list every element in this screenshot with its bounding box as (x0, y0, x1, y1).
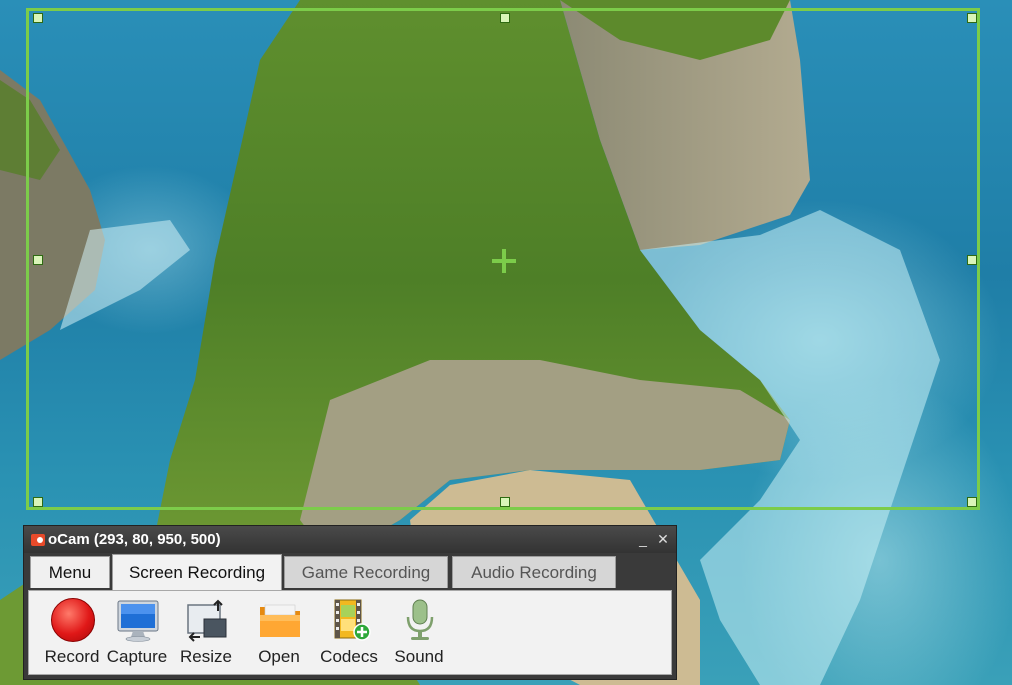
ocam-app-icon (31, 534, 45, 546)
toolbar-panel: Record Capture Resize Open Codecs Sound (28, 590, 672, 675)
open-button[interactable]: Open (244, 591, 314, 675)
minimize-button[interactable]: _ (634, 530, 652, 548)
sound-label: Sound (394, 647, 444, 666)
ocam-window: oCam (293, 80, 950, 500) _ ✕ Menu Screen… (23, 525, 677, 680)
resize-label: Resize (180, 647, 232, 666)
resize-handle-top-left[interactable] (33, 13, 43, 23)
title-bar[interactable]: oCam (293, 80, 950, 500) _ ✕ (24, 526, 676, 553)
resize-handle-top[interactable] (500, 13, 510, 23)
resize-handle-left[interactable] (33, 255, 43, 265)
tab-menu[interactable]: Menu (30, 556, 110, 588)
resize-handle-bottom-left[interactable] (33, 497, 43, 507)
tab-bar: Menu Screen Recording Game Recording Aud… (28, 554, 672, 590)
resize-handle-bottom-right[interactable] (967, 497, 977, 507)
resize-handle-top-right[interactable] (967, 13, 977, 23)
monitor-icon (117, 600, 159, 642)
window-title: oCam (293, 80, 950, 500) (48, 531, 221, 548)
tab-game-recording[interactable]: Game Recording (284, 556, 448, 588)
tab-screen-recording[interactable]: Screen Recording (112, 554, 282, 590)
capture-button[interactable]: Capture (102, 591, 172, 675)
codecs-icon (334, 599, 371, 641)
folder-icon (260, 604, 300, 637)
codecs-button[interactable]: Codecs (314, 591, 384, 675)
resize-icon (187, 599, 227, 642)
microphone-icon (406, 599, 434, 640)
resize-button[interactable]: Resize (171, 591, 241, 675)
tab-audio-recording[interactable]: Audio Recording (452, 556, 616, 588)
move-crosshair-icon[interactable] (492, 249, 516, 273)
record-icon (51, 598, 95, 642)
resize-handle-bottom[interactable] (500, 497, 510, 507)
close-button[interactable]: ✕ (654, 530, 672, 548)
resize-handle-right[interactable] (967, 255, 977, 265)
sound-button[interactable]: Sound (384, 591, 454, 675)
